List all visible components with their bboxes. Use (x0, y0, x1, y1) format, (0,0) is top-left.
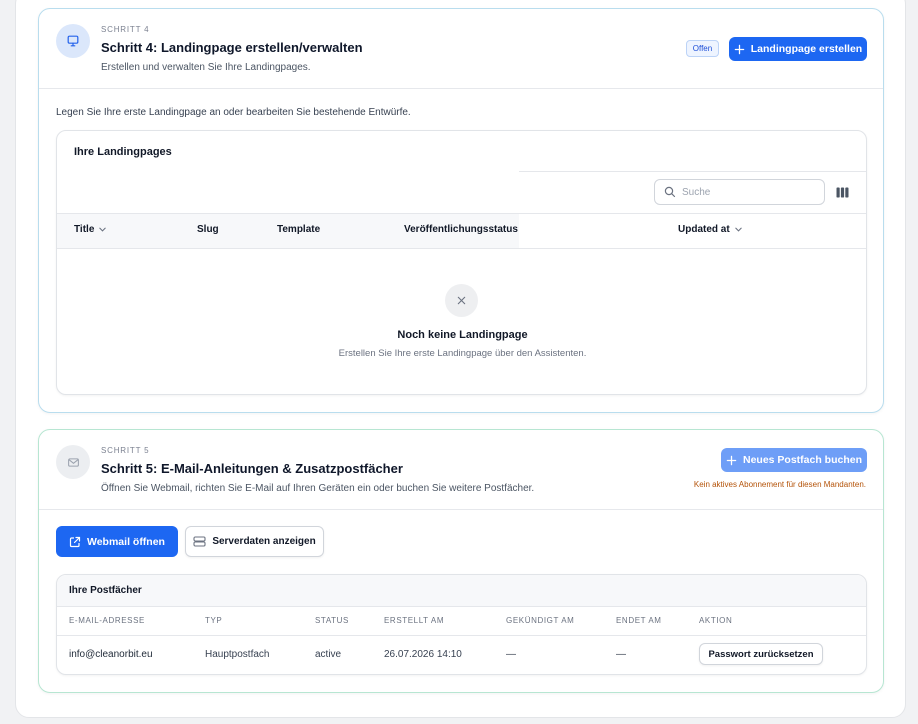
column-header-type: TYP (205, 616, 223, 625)
landingpages-table-card: Ihre Landingpages Suche Title Slug Templ… (56, 130, 867, 395)
landingpages-table-title: Ihre Landingpages (74, 146, 172, 158)
book-mailbox-button[interactable]: Neues Postfach buchen (721, 448, 867, 472)
column-label: Title (74, 224, 95, 235)
column-header-template: Template (277, 224, 321, 235)
subscription-warning: Kein aktives Abonnement für diesen Manda… (693, 480, 866, 489)
empty-state-description: Erstellen Sie Ihre erste Landingpage übe… (338, 348, 587, 359)
step4-card: SCHRITT 4 Schritt 4: Landingpage erstell… (38, 8, 884, 413)
column-header-created: ERSTELLT AM (384, 616, 445, 625)
cell-ends: — (616, 649, 626, 660)
cell-email: info@cleanorbit.eu (69, 649, 153, 660)
step4-title: Schritt 4: Landingpage erstellen/verwalt… (101, 40, 363, 55)
plus-icon (726, 455, 737, 466)
column-header-cancelled: GEKÜNDIGT AM (506, 616, 575, 625)
reset-password-button[interactable]: Passwort zurücksetzen (699, 643, 823, 665)
book-mailbox-label: Neues Postfach buchen (742, 454, 863, 466)
serverdata-button[interactable]: Serverdaten anzeigen (185, 526, 324, 557)
step4-description: Erstellen und verwalten Sie Ihre Landing… (101, 62, 311, 73)
status-badge: Offen (686, 40, 719, 57)
serverdata-label: Serverdaten anzeigen (212, 536, 316, 547)
divider (39, 88, 883, 89)
monitor-icon (56, 24, 90, 58)
external-link-icon (69, 536, 81, 548)
cell-cancelled: — (506, 649, 516, 660)
plus-icon (734, 44, 745, 55)
divider (57, 248, 866, 249)
column-header-ends: ENDET AM (616, 616, 662, 625)
step5-title: Schritt 5: E-Mail-Anleitungen & Zusatzpo… (101, 461, 403, 476)
step4-intro: Legen Sie Ihre erste Landingpage an oder… (56, 107, 411, 118)
chevron-down-icon (734, 225, 743, 234)
mailboxes-table-title: Ihre Postfächer (69, 585, 142, 596)
column-header-updated[interactable]: Updated at (678, 224, 743, 235)
column-header-title[interactable]: Title (74, 224, 107, 235)
cell-created: 26.07.2026 14:10 (384, 649, 462, 660)
column-label: Updated at (678, 224, 730, 235)
divider (519, 171, 866, 172)
search-input[interactable]: Suche (654, 179, 825, 205)
divider (39, 509, 883, 510)
mail-icon (56, 445, 90, 479)
close-icon (445, 284, 478, 317)
column-header-email: E-MAIL-ADRESSE (69, 616, 145, 625)
divider (57, 606, 866, 607)
server-icon (193, 536, 206, 547)
empty-state-title: Noch keine Landingpage (397, 329, 528, 341)
divider (57, 635, 866, 636)
step5-card: SCHRITT 5 Schritt 5: E-Mail-Anleitungen … (38, 429, 884, 693)
chevron-down-icon (98, 225, 107, 234)
table-title-bg (57, 575, 866, 606)
cell-status: active (315, 649, 342, 660)
cell-type: Hauptpostfach (205, 649, 270, 660)
search-placeholder: Suche (682, 186, 711, 198)
columns-icon[interactable] (833, 184, 851, 200)
step4-eyebrow: SCHRITT 4 (101, 25, 150, 34)
search-icon (664, 186, 676, 198)
mailboxes-table-card: Ihre Postfächer E-MAIL-ADRESSE TYP STATU… (56, 574, 867, 675)
column-header-slug: Slug (197, 224, 219, 235)
step5-description: Öffnen Sie Webmail, richten Sie E-Mail a… (101, 483, 535, 494)
column-header-status: STATUS (315, 616, 349, 625)
create-landingpage-label: Landingpage erstellen (750, 43, 863, 55)
webmail-button[interactable]: Webmail öffnen (56, 526, 178, 557)
column-header-action: AKTION (699, 616, 733, 625)
column-header-status: Veröffentlichungsstatus (404, 224, 518, 235)
create-landingpage-button[interactable]: Landingpage erstellen (729, 37, 867, 61)
webmail-label: Webmail öffnen (87, 535, 165, 548)
step5-eyebrow: SCHRITT 5 (101, 446, 150, 455)
